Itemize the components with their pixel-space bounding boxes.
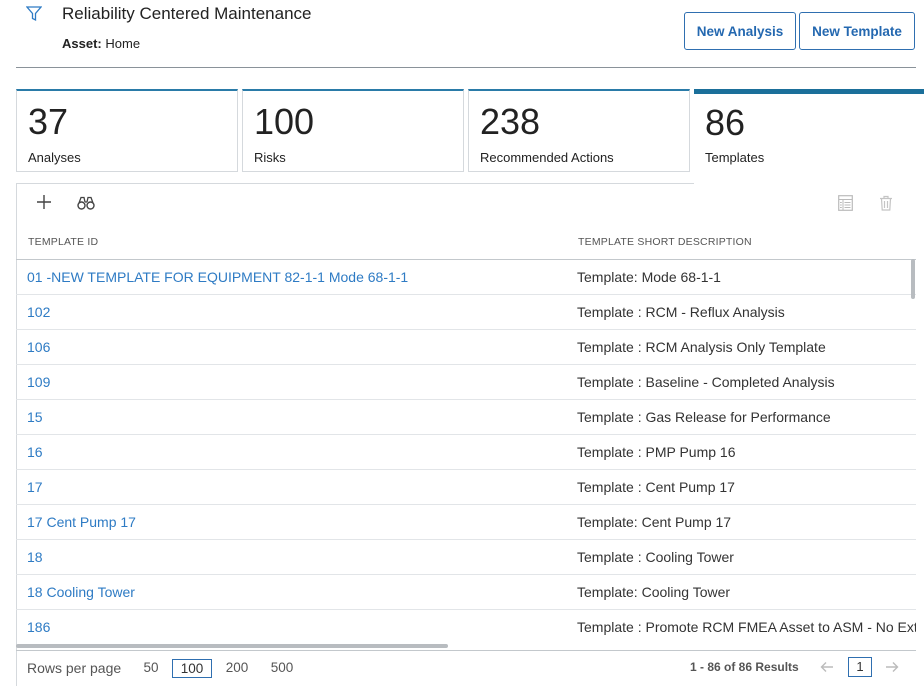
asset-value: Home — [105, 36, 141, 51]
current-page-input[interactable]: 1 — [848, 657, 872, 677]
template-id-link[interactable]: 109 — [27, 374, 50, 390]
table-row: 18 Cooling Tower Template: Cooling Tower — [16, 575, 916, 610]
column-header-template-id[interactable]: TEMPLATE ID — [28, 236, 98, 248]
tile-label: Risks — [254, 150, 286, 165]
table-row: 18 Template : Cooling Tower — [16, 540, 916, 575]
page-size-option-500[interactable]: 500 — [267, 659, 297, 678]
template-id-link[interactable]: 01 -NEW TEMPLATE FOR EQUIPMENT 82-1-1 Mo… — [27, 269, 408, 285]
tile-recommended-actions[interactable]: 238 Recommended Actions — [468, 89, 690, 172]
table-row: 16 Template : PMP Pump 16 — [16, 435, 916, 470]
template-description: Template : Cent Pump 17 — [577, 479, 735, 495]
page-title: Reliability Centered Maintenance — [62, 4, 312, 23]
filter-icon[interactable] — [26, 6, 42, 22]
page-header: Reliability Centered Maintenance Asset: … — [0, 0, 924, 68]
table-row: 106 Template : RCM Analysis Only Templat… — [16, 330, 916, 365]
template-id-link[interactable]: 16 — [27, 444, 43, 460]
table-row: 186 Template : Promote RCM FMEA Asset to… — [16, 610, 916, 645]
tile-label: Recommended Actions — [480, 150, 614, 165]
template-description: Template: Mode 68-1-1 — [577, 269, 721, 285]
table-row: 109 Template : Baseline - Completed Anal… — [16, 365, 916, 400]
template-description: Template : PMP Pump 16 — [577, 444, 736, 460]
table-row: 17 Cent Pump 17 Template: Cent Pump 17 — [16, 505, 916, 540]
template-id-link[interactable]: 15 — [27, 409, 43, 425]
tile-risks[interactable]: 100 Risks — [242, 89, 464, 172]
footer-divider — [16, 650, 916, 651]
asset-breadcrumb: Asset: Home — [62, 36, 140, 51]
template-description: Template : Cooling Tower — [577, 549, 734, 565]
template-description: Template : Promote RCM FMEA Asset to ASM… — [577, 619, 916, 635]
delete-icon[interactable] — [879, 195, 893, 211]
tile-count: 238 — [480, 101, 541, 142]
tile-analyses[interactable]: 37 Analyses — [16, 89, 238, 172]
asset-label: Asset: — [62, 36, 102, 51]
tile-templates[interactable]: 86 Templates — [694, 89, 924, 184]
template-description: Template : RCM - Reflux Analysis — [577, 304, 785, 320]
tile-label: Templates — [705, 150, 765, 165]
next-page-icon[interactable] — [885, 660, 899, 674]
template-id-link[interactable]: 102 — [27, 304, 50, 320]
column-header-template-description[interactable]: TEMPLATE SHORT DESCRIPTION — [578, 236, 752, 248]
add-icon[interactable] — [36, 194, 52, 210]
template-description: Template : Gas Release for Performance — [577, 409, 831, 425]
tile-count: 100 — [254, 101, 315, 142]
header-divider — [16, 67, 916, 68]
template-description: Template: Cooling Tower — [577, 584, 731, 600]
template-description: Template: Cent Pump 17 — [577, 514, 732, 530]
page-size-option-200[interactable]: 200 — [222, 659, 252, 678]
template-id-link[interactable]: 17 — [27, 479, 43, 495]
previous-page-icon[interactable] — [820, 660, 834, 674]
table-row: 17 Template : Cent Pump 17 — [16, 470, 916, 505]
page-size-option-100-selected[interactable]: 100 — [172, 659, 212, 678]
page-size-option-50[interactable]: 50 — [140, 659, 162, 678]
tile-count: 86 — [705, 102, 746, 143]
template-id-link[interactable]: 18 — [27, 549, 43, 565]
tile-count: 37 — [28, 101, 69, 142]
template-id-link[interactable]: 186 — [27, 619, 50, 635]
rows-per-page-label: Rows per page — [27, 660, 122, 676]
vertical-scrollbar[interactable] — [911, 259, 915, 299]
tile-label: Analyses — [28, 150, 81, 165]
template-id-link[interactable]: 17 Cent Pump 17 — [27, 514, 136, 530]
column-chooser-icon[interactable] — [838, 195, 853, 211]
table-row: 102 Template : RCM - Reflux Analysis — [16, 295, 916, 330]
new-template-button[interactable]: New Template — [799, 12, 915, 50]
horizontal-scrollbar[interactable] — [16, 644, 448, 648]
table-row: 15 Template : Gas Release for Performanc… — [16, 400, 916, 435]
template-id-link[interactable]: 18 Cooling Tower — [27, 584, 135, 600]
results-count: 1 - 86 of 86 Results — [690, 660, 799, 674]
template-description: Template : Baseline - Completed Analysis — [577, 374, 835, 390]
template-description: Template : RCM Analysis Only Template — [577, 339, 826, 355]
table-row: 01 -NEW TEMPLATE FOR EQUIPMENT 82-1-1 Mo… — [16, 260, 916, 295]
template-id-link[interactable]: 106 — [27, 339, 50, 355]
binoculars-icon[interactable] — [77, 196, 95, 210]
new-analysis-button[interactable]: New Analysis — [684, 12, 796, 50]
